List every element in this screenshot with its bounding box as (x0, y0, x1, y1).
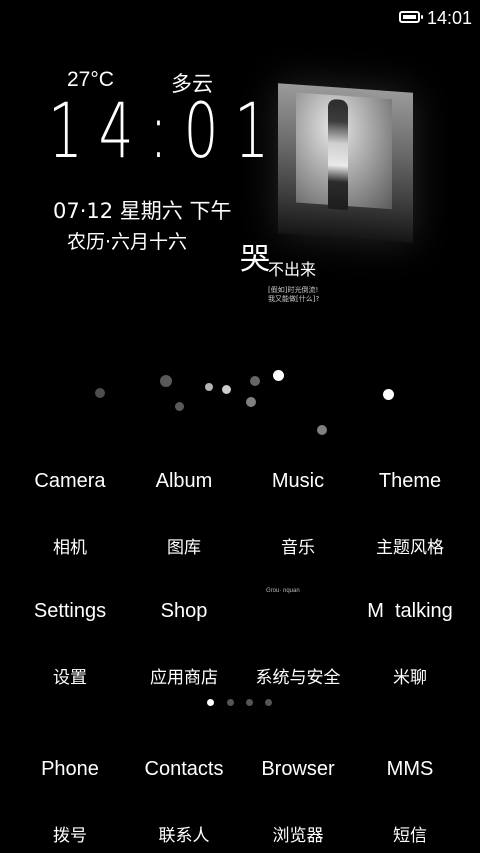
wallpaper-quote-line-2: 我又能做[什么]? (268, 295, 320, 303)
wallpaper-quote-main: 哭 (240, 242, 270, 277)
app-camera[interactable]: Camera 相机 (10, 470, 130, 558)
app-shop[interactable]: Shop 应用商店 (124, 600, 244, 688)
dock-mms[interactable]: MMS 短信 (350, 758, 470, 846)
tiny-label: Grou· nquan (266, 588, 300, 594)
app-label-zh: 应用商店 (150, 668, 218, 688)
dock-label: MMS (386, 758, 434, 780)
app-label: Shop (160, 600, 208, 622)
bokeh-light (273, 370, 284, 381)
status-time: 14:01 (427, 8, 473, 28)
bokeh-light (246, 397, 256, 407)
app-label-zh: 音乐 (281, 538, 315, 558)
app-album[interactable]: Album 图库 (124, 470, 244, 558)
app-label (238, 600, 358, 623)
dock-label-zh: 短信 (393, 826, 427, 846)
status-bar: 14:01 (0, 0, 480, 36)
page-dot-active[interactable] (207, 699, 214, 706)
bokeh-light (250, 376, 260, 386)
app-label-zh: 设置 (53, 668, 87, 688)
page-dot[interactable] (227, 699, 234, 706)
clock-date: 07·12 星期六 下午 (53, 199, 232, 223)
app-label: Theme (378, 470, 442, 492)
page-dot[interactable] (246, 699, 253, 706)
wallpaper-quote-sub: 不出来 (268, 260, 317, 279)
wallpaper-photo (278, 83, 413, 243)
dock-label: Phone (41, 758, 99, 780)
page-dot[interactable] (265, 699, 272, 706)
app-label-zh: 米聊 (393, 668, 427, 688)
app-system-security[interactable]: 系统与安全 (238, 600, 358, 688)
wallpaper-quote-small: [假如]时光倒流! 我又能做[什么]? (268, 286, 319, 304)
app-label: Settings (33, 600, 107, 622)
dock-label-zh: 拨号 (53, 826, 87, 846)
app-label: Album (155, 470, 213, 492)
dock-label-zh: 浏览器 (272, 826, 324, 846)
dock-contacts[interactable]: Contacts 联系人 (124, 758, 244, 846)
app-music[interactable]: Music 音乐 (238, 470, 358, 558)
dock-label: Contacts (144, 758, 224, 780)
app-theme[interactable]: Theme 主题风格 (350, 470, 470, 558)
wallpaper-quote-line-1: [假如]时光倒流! (268, 286, 319, 294)
bokeh-light (317, 425, 327, 435)
bokeh-light (222, 385, 231, 394)
battery-icon (399, 11, 423, 23)
dock-label: Browser (261, 758, 335, 780)
bokeh-light (175, 402, 184, 411)
app-settings[interactable]: Settings 设置 (10, 600, 130, 688)
app-label-zh: 系统与安全 (255, 668, 341, 688)
bokeh-light (95, 388, 105, 398)
lunar-date: 农历·六月十六 (67, 231, 188, 253)
dock-label-zh: 联系人 (158, 826, 210, 846)
app-label-zh: 图库 (167, 538, 201, 558)
app-label-zh: 主题风格 (376, 538, 444, 558)
bokeh-light (383, 389, 394, 400)
bokeh-light (205, 383, 213, 391)
app-label: Music (271, 470, 325, 492)
app-label: M talking (367, 600, 453, 622)
app-label: Camera (34, 470, 106, 492)
dock-phone[interactable]: Phone 拨号 (10, 758, 130, 846)
bokeh-light (160, 375, 172, 387)
dock-browser[interactable]: Browser 浏览器 (238, 758, 358, 846)
app-mtalking[interactable]: M talking 米聊 (350, 600, 470, 688)
app-label-zh: 相机 (53, 538, 87, 558)
clock-time[interactable]: 14:01 (48, 86, 285, 175)
